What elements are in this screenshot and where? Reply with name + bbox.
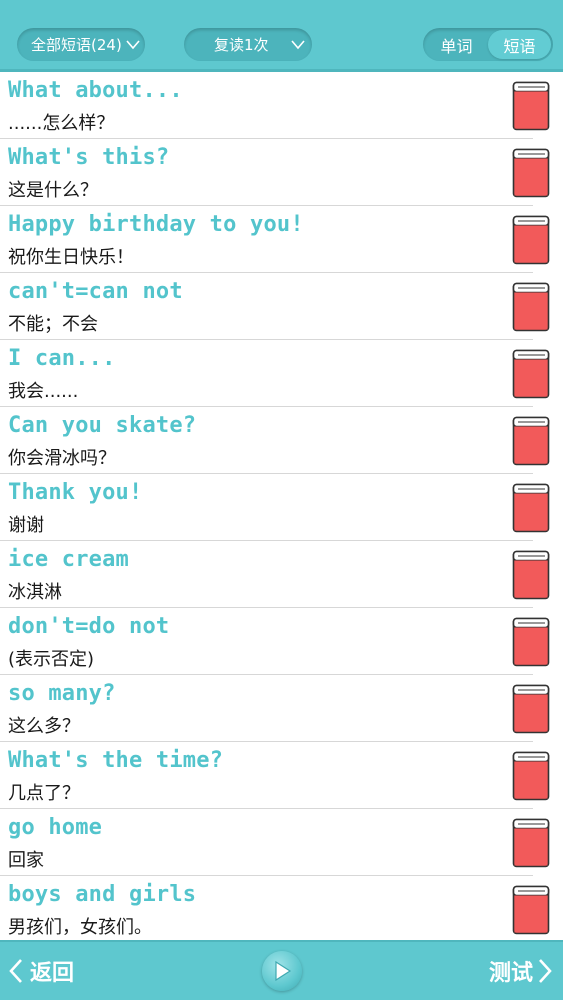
test-button[interactable]: 测试 bbox=[489, 956, 553, 986]
tab-phrases[interactable]: 短语 bbox=[488, 30, 551, 59]
phrase-chinese: (表示否定) bbox=[8, 649, 95, 670]
book-icon[interactable] bbox=[512, 483, 550, 533]
phrase-row[interactable]: What about... ......怎么样？ bbox=[0, 72, 550, 139]
book-icon[interactable] bbox=[512, 550, 550, 600]
phrase-row[interactable]: Can you skate? 你会滑冰吗？ bbox=[0, 407, 550, 474]
phrase-english: ice cream bbox=[8, 547, 130, 572]
book-icon[interactable] bbox=[512, 818, 550, 868]
tab-words[interactable]: 单词 bbox=[425, 30, 488, 59]
chevron-down-icon bbox=[126, 39, 140, 49]
book-icon[interactable] bbox=[512, 81, 550, 131]
repeat-count-label: 复读1次 bbox=[214, 36, 269, 54]
phrase-list: What about... ......怎么样？ What's this? 这是什么… bbox=[0, 72, 563, 940]
phrase-chinese: 不能；不会 bbox=[8, 314, 98, 335]
chevron-down-icon bbox=[290, 39, 305, 49]
phrase-english: don't=do not bbox=[8, 614, 170, 639]
phrase-row[interactable]: so many? 这么多？ bbox=[0, 675, 550, 742]
word-phrase-toggle: 单词 短语 bbox=[423, 28, 553, 61]
book-icon[interactable] bbox=[512, 148, 550, 198]
book-icon[interactable] bbox=[512, 416, 550, 466]
phrase-row[interactable]: What's the time? 几点了？ bbox=[0, 742, 550, 809]
book-icon[interactable] bbox=[512, 885, 550, 935]
phrase-row[interactable]: I can... 我会...... bbox=[0, 340, 550, 407]
phrase-row[interactable]: What's this? 这是什么？ bbox=[0, 139, 550, 206]
phrase-chinese: 男孩们，女孩们。 bbox=[8, 917, 152, 938]
book-icon[interactable] bbox=[512, 684, 550, 734]
phrase-english: go home bbox=[8, 815, 103, 840]
repeat-count-dropdown[interactable]: 复读1次 bbox=[184, 28, 312, 61]
phrase-english: Happy birthday to you! bbox=[8, 212, 304, 237]
phrase-row[interactable]: Happy birthday to you! 祝你生日快乐！ bbox=[0, 206, 550, 273]
chevron-left-icon bbox=[9, 959, 22, 983]
phrase-chinese: 我会...... bbox=[8, 381, 79, 402]
phrase-chinese: 你会滑冰吗？ bbox=[8, 448, 116, 469]
phrase-chinese: 这是什么？ bbox=[8, 180, 98, 201]
phrase-row[interactable]: can't=can not 不能；不会 bbox=[0, 273, 550, 340]
phrase-row[interactable]: go home 回家 bbox=[0, 809, 550, 876]
phrase-english: Can you skate? bbox=[8, 413, 197, 438]
phrase-filter-label: 全部短语(24) bbox=[31, 36, 122, 54]
phrase-english: What's the time? bbox=[8, 748, 224, 773]
phrase-row[interactable]: Thank you! 谢谢 bbox=[0, 474, 550, 541]
phrase-filter-dropdown[interactable]: 全部短语(24) bbox=[17, 28, 145, 61]
back-label: 返回 bbox=[30, 961, 75, 986]
play-icon bbox=[275, 960, 292, 982]
phrase-row[interactable]: boys and girls 男孩们，女孩们。 bbox=[0, 876, 550, 940]
phrase-english: I can... bbox=[8, 346, 116, 371]
phrase-row[interactable]: ice cream 冰淇淋 bbox=[0, 541, 550, 608]
chevron-right-icon bbox=[539, 959, 552, 983]
phrase-english: boys and girls bbox=[8, 882, 197, 907]
phrase-chinese: 冰淇淋 bbox=[8, 582, 62, 603]
phrase-chinese: ......怎么样？ bbox=[8, 113, 115, 134]
phrase-english: Thank you! bbox=[8, 480, 143, 505]
phrase-chinese: 这么多？ bbox=[8, 716, 80, 737]
phrase-chinese: 谢谢 bbox=[8, 515, 44, 536]
play-button[interactable] bbox=[262, 951, 302, 991]
phrase-english: can't=can not bbox=[8, 279, 183, 304]
book-icon[interactable] bbox=[512, 349, 550, 399]
test-label: 测试 bbox=[488, 961, 533, 986]
bottom-bar: 返回 测试 bbox=[0, 940, 563, 1000]
phrase-chinese: 几点了？ bbox=[8, 783, 80, 804]
phrase-english: What about... bbox=[8, 78, 183, 103]
back-button[interactable]: 返回 bbox=[8, 956, 74, 986]
phrase-english: What's this? bbox=[8, 145, 170, 170]
phrase-english: so many? bbox=[8, 681, 116, 706]
phrase-row[interactable]: don't=do not (表示否定) bbox=[0, 608, 550, 675]
book-icon[interactable] bbox=[512, 215, 550, 265]
book-icon[interactable] bbox=[512, 751, 550, 801]
phrase-chinese: 祝你生日快乐！ bbox=[8, 247, 134, 268]
phrase-chinese: 回家 bbox=[8, 850, 44, 871]
book-icon[interactable] bbox=[512, 617, 550, 667]
book-icon[interactable] bbox=[512, 282, 550, 332]
top-bar: 全部短语(24) 复读1次 单词 短语 bbox=[0, 0, 563, 72]
